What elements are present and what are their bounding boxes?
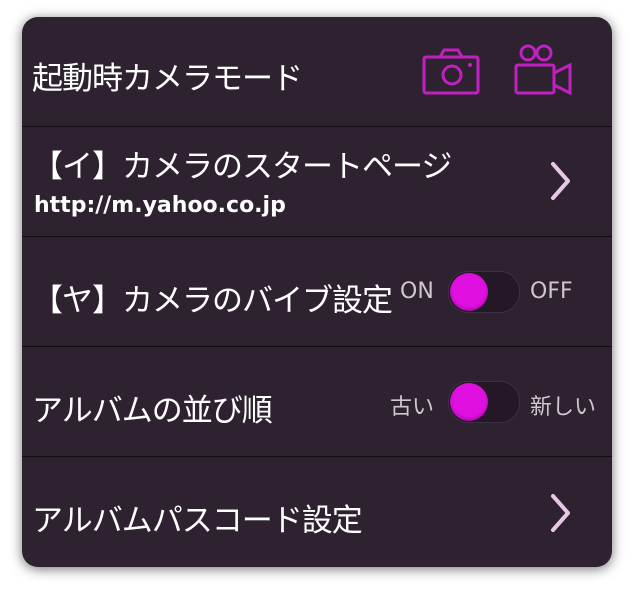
start-page-row[interactable]: 【イ】カメラのスタートページ http://m.yahoo.co.jp [22, 127, 612, 237]
album-order-row: アルバムの並び順 古い 新しい [22, 347, 612, 457]
vibration-toggle[interactable] [448, 271, 520, 313]
vibration-on-label: ON [400, 279, 434, 304]
startup-mode-label: 起動時カメラモード [32, 61, 303, 97]
start-page-label: 【イ】カメラのスタートページ [32, 149, 452, 185]
toggle-knob [450, 273, 488, 311]
album-order-old-label: 古い [390, 395, 435, 420]
album-order-label: アルバムの並び順 [32, 393, 273, 429]
camera-icon[interactable] [422, 47, 482, 97]
chevron-right-icon[interactable] [550, 493, 572, 533]
vibration-row: 【ヤ】カメラのバイブ設定 ON OFF [22, 237, 612, 347]
album-order-new-label: 新しい [530, 395, 597, 420]
toggle-knob [450, 383, 488, 421]
startup-mode-row: 起動時カメラモード [22, 17, 612, 127]
vibration-label: 【ヤ】カメラのバイブ設定 [32, 283, 393, 319]
settings-panel: 起動時カメラモード 【イ】カメラのスタートページ http://m.yahoo.… [22, 17, 612, 567]
chevron-right-icon[interactable] [550, 161, 572, 201]
album-passcode-row[interactable]: アルバムパスコード設定 [22, 457, 612, 567]
vibration-off-label: OFF [530, 279, 573, 304]
video-camera-icon[interactable] [514, 43, 574, 99]
album-passcode-label: アルバムパスコード設定 [32, 503, 363, 539]
start-page-url: http://m.yahoo.co.jp [34, 193, 286, 218]
album-order-toggle[interactable] [448, 381, 520, 423]
